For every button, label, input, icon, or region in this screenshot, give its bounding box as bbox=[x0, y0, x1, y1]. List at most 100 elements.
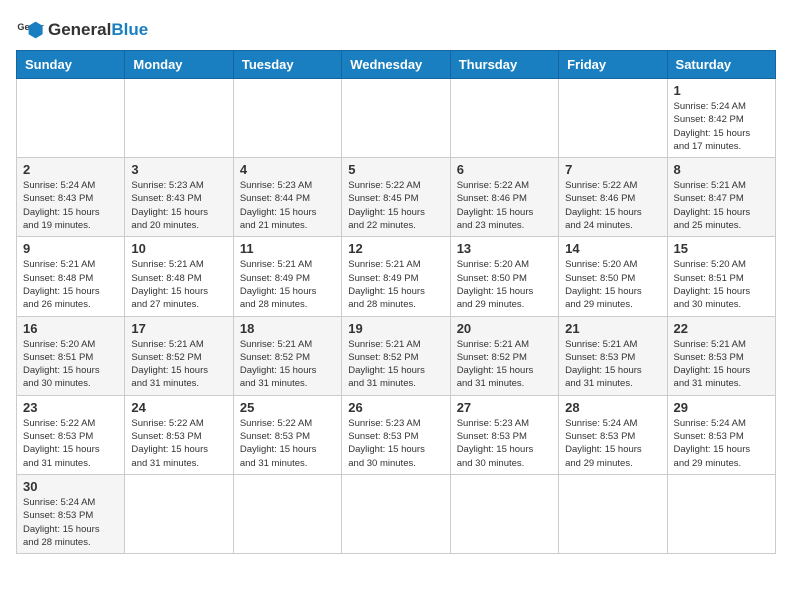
calendar-cell: 12 Sunrise: 5:21 AM Sunset: 8:49 PM Dayli… bbox=[342, 237, 450, 316]
calendar-cell: 28 Sunrise: 5:24 AM Sunset: 8:53 PM Dayli… bbox=[559, 395, 667, 474]
calendar-cell: 15 Sunrise: 5:20 AM Sunset: 8:51 PM Dayli… bbox=[667, 237, 775, 316]
calendar-cell bbox=[125, 79, 233, 158]
calendar-cell: 29 Sunrise: 5:24 AM Sunset: 8:53 PM Dayli… bbox=[667, 395, 775, 474]
day-number: 10 bbox=[131, 241, 226, 256]
day-info: Sunrise: 5:20 AM Sunset: 8:50 PM Dayligh… bbox=[457, 258, 552, 311]
day-info: Sunrise: 5:21 AM Sunset: 8:52 PM Dayligh… bbox=[457, 338, 552, 391]
day-info: Sunrise: 5:23 AM Sunset: 8:43 PM Dayligh… bbox=[131, 179, 226, 232]
day-number: 19 bbox=[348, 321, 443, 336]
calendar-cell: 27 Sunrise: 5:23 AM Sunset: 8:53 PM Dayli… bbox=[450, 395, 558, 474]
calendar-cell bbox=[559, 474, 667, 553]
day-number: 29 bbox=[674, 400, 769, 415]
day-info: Sunrise: 5:21 AM Sunset: 8:49 PM Dayligh… bbox=[240, 258, 335, 311]
calendar-cell: 7 Sunrise: 5:22 AM Sunset: 8:46 PM Daylig… bbox=[559, 158, 667, 237]
calendar-cell: 14 Sunrise: 5:20 AM Sunset: 8:50 PM Dayli… bbox=[559, 237, 667, 316]
calendar-cell bbox=[667, 474, 775, 553]
day-info: Sunrise: 5:20 AM Sunset: 8:50 PM Dayligh… bbox=[565, 258, 660, 311]
calendar-cell: 22Sunrise: 5:21 AM Sunset: 8:53 PM Dayli… bbox=[667, 316, 775, 395]
calendar-cell bbox=[233, 474, 341, 553]
day-info: Sunrise: 5:21 AM Sunset: 8:52 PM Dayligh… bbox=[348, 338, 443, 391]
day-info: Sunrise: 5:20 AM Sunset: 8:51 PM Dayligh… bbox=[23, 338, 118, 391]
day-number: 18 bbox=[240, 321, 335, 336]
calendar-cell: 1 Sunrise: 5:24 AM Sunset: 8:42 PM Daylig… bbox=[667, 79, 775, 158]
calendar-cell: 26 Sunrise: 5:23 AM Sunset: 8:53 PM Dayli… bbox=[342, 395, 450, 474]
day-info: Sunrise: 5:23 AM Sunset: 8:53 PM Dayligh… bbox=[348, 417, 443, 470]
calendar-cell: 19 Sunrise: 5:21 AM Sunset: 8:52 PM Dayli… bbox=[342, 316, 450, 395]
weekday-header-monday: Monday bbox=[125, 51, 233, 79]
calendar-cell: 30Sunrise: 5:24 AM Sunset: 8:53 PM Dayli… bbox=[17, 474, 125, 553]
calendar-cell bbox=[559, 79, 667, 158]
day-number: 26 bbox=[348, 400, 443, 415]
day-info: Sunrise: 5:22 AM Sunset: 8:46 PM Dayligh… bbox=[565, 179, 660, 232]
day-number: 20 bbox=[457, 321, 552, 336]
day-info: Sunrise: 5:22 AM Sunset: 8:53 PM Dayligh… bbox=[131, 417, 226, 470]
day-number: 3 bbox=[131, 162, 226, 177]
logo-text: GeneralBlue bbox=[48, 21, 148, 40]
calendar-cell: 16Sunrise: 5:20 AM Sunset: 8:51 PM Dayli… bbox=[17, 316, 125, 395]
calendar-cell: 10Sunrise: 5:21 AM Sunset: 8:48 PM Dayli… bbox=[125, 237, 233, 316]
day-info: Sunrise: 5:21 AM Sunset: 8:52 PM Dayligh… bbox=[131, 338, 226, 391]
calendar-cell: 13 Sunrise: 5:20 AM Sunset: 8:50 PM Dayli… bbox=[450, 237, 558, 316]
calendar-table: SundayMondayTuesdayWednesdayThursdayFrid… bbox=[16, 50, 776, 554]
day-info: Sunrise: 5:22 AM Sunset: 8:53 PM Dayligh… bbox=[240, 417, 335, 470]
calendar-cell: 25 Sunrise: 5:22 AM Sunset: 8:53 PM Dayli… bbox=[233, 395, 341, 474]
day-number: 24 bbox=[131, 400, 226, 415]
calendar-cell bbox=[342, 79, 450, 158]
calendar-week-row: 2 Sunrise: 5:24 AM Sunset: 8:43 PM Daylig… bbox=[17, 158, 776, 237]
day-number: 2 bbox=[23, 162, 118, 177]
day-number: 28 bbox=[565, 400, 660, 415]
calendar-cell: 18 Sunrise: 5:21 AM Sunset: 8:52 PM Dayli… bbox=[233, 316, 341, 395]
calendar-cell: 2 Sunrise: 5:24 AM Sunset: 8:43 PM Daylig… bbox=[17, 158, 125, 237]
day-info: Sunrise: 5:20 AM Sunset: 8:51 PM Dayligh… bbox=[674, 258, 769, 311]
day-number: 11 bbox=[240, 241, 335, 256]
day-info: Sunrise: 5:24 AM Sunset: 8:43 PM Dayligh… bbox=[23, 179, 118, 232]
calendar-cell: 9 Sunrise: 5:21 AM Sunset: 8:48 PM Daylig… bbox=[17, 237, 125, 316]
calendar-cell: 24 Sunrise: 5:22 AM Sunset: 8:53 PM Dayli… bbox=[125, 395, 233, 474]
weekday-header-saturday: Saturday bbox=[667, 51, 775, 79]
day-number: 7 bbox=[565, 162, 660, 177]
day-info: Sunrise: 5:24 AM Sunset: 8:53 PM Dayligh… bbox=[23, 496, 118, 549]
day-info: Sunrise: 5:21 AM Sunset: 8:52 PM Dayligh… bbox=[240, 338, 335, 391]
weekday-header-wednesday: Wednesday bbox=[342, 51, 450, 79]
day-number: 27 bbox=[457, 400, 552, 415]
calendar-cell bbox=[125, 474, 233, 553]
day-info: Sunrise: 5:21 AM Sunset: 8:48 PM Dayligh… bbox=[23, 258, 118, 311]
day-number: 13 bbox=[457, 241, 552, 256]
day-number: 17 bbox=[131, 321, 226, 336]
day-number: 25 bbox=[240, 400, 335, 415]
weekday-header-row: SundayMondayTuesdayWednesdayThursdayFrid… bbox=[17, 51, 776, 79]
day-number: 4 bbox=[240, 162, 335, 177]
day-number: 21 bbox=[565, 321, 660, 336]
calendar-week-row: 16Sunrise: 5:20 AM Sunset: 8:51 PM Dayli… bbox=[17, 316, 776, 395]
weekday-header-thursday: Thursday bbox=[450, 51, 558, 79]
day-info: Sunrise: 5:21 AM Sunset: 8:53 PM Dayligh… bbox=[565, 338, 660, 391]
day-number: 15 bbox=[674, 241, 769, 256]
day-number: 8 bbox=[674, 162, 769, 177]
day-info: Sunrise: 5:21 AM Sunset: 8:49 PM Dayligh… bbox=[348, 258, 443, 311]
day-number: 1 bbox=[674, 83, 769, 98]
day-info: Sunrise: 5:23 AM Sunset: 8:53 PM Dayligh… bbox=[457, 417, 552, 470]
day-info: Sunrise: 5:24 AM Sunset: 8:53 PM Dayligh… bbox=[674, 417, 769, 470]
day-number: 23 bbox=[23, 400, 118, 415]
day-number: 14 bbox=[565, 241, 660, 256]
calendar-cell: 20 Sunrise: 5:21 AM Sunset: 8:52 PM Dayli… bbox=[450, 316, 558, 395]
weekday-header-friday: Friday bbox=[559, 51, 667, 79]
day-info: Sunrise: 5:24 AM Sunset: 8:42 PM Dayligh… bbox=[674, 100, 769, 153]
calendar-cell: 6Sunrise: 5:22 AM Sunset: 8:46 PM Daylig… bbox=[450, 158, 558, 237]
day-number: 9 bbox=[23, 241, 118, 256]
calendar-week-row: 9 Sunrise: 5:21 AM Sunset: 8:48 PM Daylig… bbox=[17, 237, 776, 316]
day-info: Sunrise: 5:22 AM Sunset: 8:46 PM Dayligh… bbox=[457, 179, 552, 232]
calendar-week-row: 30Sunrise: 5:24 AM Sunset: 8:53 PM Dayli… bbox=[17, 474, 776, 553]
day-number: 12 bbox=[348, 241, 443, 256]
calendar-cell: 8Sunrise: 5:21 AM Sunset: 8:47 PM Daylig… bbox=[667, 158, 775, 237]
day-number: 5 bbox=[348, 162, 443, 177]
day-info: Sunrise: 5:22 AM Sunset: 8:53 PM Dayligh… bbox=[23, 417, 118, 470]
calendar-cell bbox=[233, 79, 341, 158]
calendar-cell: 5 Sunrise: 5:22 AM Sunset: 8:45 PM Daylig… bbox=[342, 158, 450, 237]
calendar-cell bbox=[342, 474, 450, 553]
day-info: Sunrise: 5:24 AM Sunset: 8:53 PM Dayligh… bbox=[565, 417, 660, 470]
day-info: Sunrise: 5:22 AM Sunset: 8:45 PM Dayligh… bbox=[348, 179, 443, 232]
logo: General GeneralBlue bbox=[16, 16, 148, 44]
calendar-cell: 4Sunrise: 5:23 AM Sunset: 8:44 PM Daylig… bbox=[233, 158, 341, 237]
calendar-cell: 21 Sunrise: 5:21 AM Sunset: 8:53 PM Dayli… bbox=[559, 316, 667, 395]
